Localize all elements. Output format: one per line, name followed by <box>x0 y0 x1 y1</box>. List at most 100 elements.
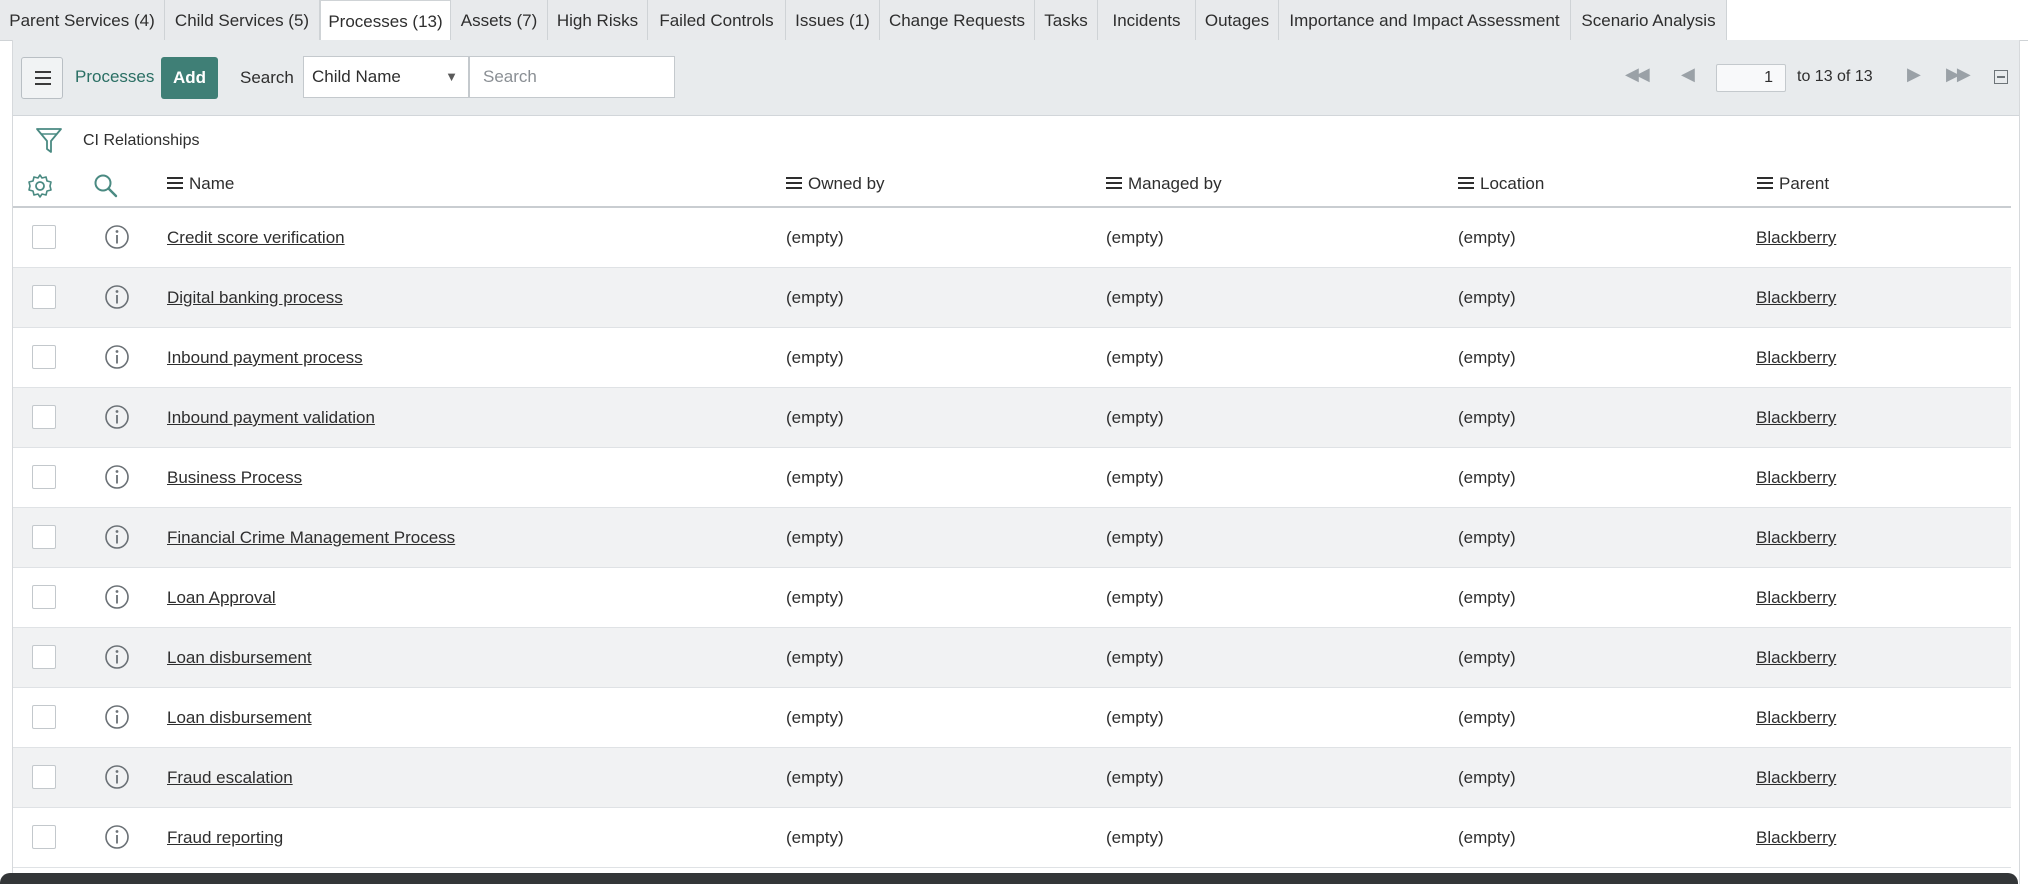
info-icon[interactable] <box>104 704 130 735</box>
column-menu-icon[interactable] <box>167 174 183 192</box>
info-icon[interactable] <box>104 584 130 615</box>
list-title[interactable]: Processes <box>75 67 154 87</box>
tab-processes[interactable]: Processes (13) <box>320 0 451 41</box>
row-location: (empty) <box>1458 468 1516 487</box>
row-parent-link[interactable]: Blackberry <box>1756 528 1836 548</box>
row-owned-by: (empty) <box>786 228 844 247</box>
table-row: Fraud escalation (empty) (empty) (empty)… <box>13 748 2011 808</box>
search-field-select[interactable]: Child Name ▼ <box>303 56 469 98</box>
row-name-link[interactable]: Business Process <box>167 468 302 488</box>
tab-high-risks[interactable]: High Risks <box>548 0 648 40</box>
column-menu-icon[interactable] <box>1458 174 1474 192</box>
info-icon[interactable] <box>104 524 130 555</box>
row-name-link[interactable]: Inbound payment process <box>167 348 363 368</box>
breadcrumb[interactable]: CI Relationships <box>83 132 200 150</box>
column-menu-icon[interactable] <box>1106 174 1122 192</box>
search-input[interactable]: Search <box>469 56 675 98</box>
tab-incidents[interactable]: Incidents <box>1098 0 1196 40</box>
related-list-tabs: Parent Services (4) Child Services (5) P… <box>0 0 2028 41</box>
info-icon[interactable] <box>104 764 130 795</box>
table-row: Inbound payment validation (empty) (empt… <box>13 388 2011 448</box>
row-location: (empty) <box>1458 828 1516 847</box>
info-icon[interactable] <box>104 224 130 255</box>
search-label: Search <box>240 68 294 87</box>
search-icon[interactable] <box>93 173 119 204</box>
row-checkbox[interactable] <box>32 825 56 849</box>
row-name-link[interactable]: Fraud escalation <box>167 768 293 788</box>
row-managed-by: (empty) <box>1106 348 1164 367</box>
row-owned-by: (empty) <box>786 408 844 427</box>
row-name-link[interactable]: Loan Approval <box>167 588 276 608</box>
tab-outages[interactable]: Outages <box>1196 0 1279 40</box>
tab-failed-controls[interactable]: Failed Controls <box>648 0 786 40</box>
row-checkbox[interactable] <box>32 285 56 309</box>
row-parent-link[interactable]: Blackberry <box>1756 648 1836 668</box>
row-checkbox[interactable] <box>32 465 56 489</box>
row-name-link[interactable]: Financial Crime Management Process <box>167 528 455 548</box>
row-name-link[interactable]: Credit score verification <box>167 228 345 248</box>
tab-scenario-analysis[interactable]: Scenario Analysis <box>1571 0 1727 40</box>
tab-issues[interactable]: Issues (1) <box>786 0 880 40</box>
row-name-link[interactable]: Digital banking process <box>167 288 343 308</box>
page-number-input[interactable]: 1 <box>1716 64 1786 92</box>
tab-assets[interactable]: Assets (7) <box>451 0 548 40</box>
tab-importance-impact-assessment[interactable]: Importance and Impact Assessment <box>1279 0 1571 40</box>
row-name-link[interactable]: Inbound payment validation <box>167 408 375 428</box>
column-menu-icon[interactable] <box>1757 174 1773 192</box>
tab-change-requests[interactable]: Change Requests <box>880 0 1035 40</box>
row-location: (empty) <box>1458 408 1516 427</box>
row-checkbox[interactable] <box>32 585 56 609</box>
column-header-name[interactable]: Name <box>167 174 234 194</box>
search-field-value: Child Name <box>312 67 401 86</box>
info-icon[interactable] <box>104 644 130 675</box>
row-parent-link[interactable]: Blackberry <box>1756 348 1836 368</box>
column-header-location[interactable]: Location <box>1458 174 1544 194</box>
table-row: Inbound payment process (empty) (empty) … <box>13 328 2011 388</box>
row-parent-link[interactable]: Blackberry <box>1756 588 1836 608</box>
hamburger-icon[interactable] <box>21 57 63 99</box>
row-checkbox[interactable] <box>32 705 56 729</box>
chevron-down-icon: ▼ <box>445 69 458 84</box>
column-header-managed-by[interactable]: Managed by <box>1106 174 1222 194</box>
row-checkbox[interactable] <box>32 345 56 369</box>
row-checkbox[interactable] <box>32 525 56 549</box>
right-icon[interactable]: ▶ <box>1907 64 1921 85</box>
collapse-icon[interactable] <box>1994 70 2008 84</box>
row-checkbox[interactable] <box>32 645 56 669</box>
double-right-icon[interactable]: ▶▶ <box>1946 64 1971 85</box>
column-header-parent[interactable]: Parent <box>1757 174 1829 194</box>
info-icon[interactable] <box>104 284 130 315</box>
row-name-link[interactable]: Fraud reporting <box>167 828 283 848</box>
column-menu-icon[interactable] <box>786 174 802 192</box>
info-icon[interactable] <box>104 344 130 375</box>
left-icon[interactable]: ◀ <box>1681 64 1695 85</box>
row-parent-link[interactable]: Blackberry <box>1756 768 1836 788</box>
gear-icon[interactable] <box>27 173 53 204</box>
row-parent-link[interactable]: Blackberry <box>1756 288 1836 308</box>
tab-tasks[interactable]: Tasks <box>1035 0 1098 40</box>
info-icon[interactable] <box>104 404 130 435</box>
row-owned-by: (empty) <box>786 468 844 487</box>
info-icon[interactable] <box>104 824 130 855</box>
row-parent-link[interactable]: Blackberry <box>1756 708 1836 728</box>
row-checkbox[interactable] <box>32 225 56 249</box>
table-row: Financial Crime Management Process (empt… <box>13 508 2011 568</box>
row-name-link[interactable]: Loan disbursement <box>167 648 312 668</box>
tab-parent-services[interactable]: Parent Services (4) <box>0 0 165 40</box>
row-parent-link[interactable]: Blackberry <box>1756 828 1836 848</box>
row-name-link[interactable]: Loan disbursement <box>167 708 312 728</box>
row-managed-by: (empty) <box>1106 468 1164 487</box>
row-owned-by: (empty) <box>786 648 844 667</box>
funnel-icon[interactable] <box>35 126 63 161</box>
column-header-owned-by[interactable]: Owned by <box>786 174 885 194</box>
row-parent-link[interactable]: Blackberry <box>1756 408 1836 428</box>
row-checkbox[interactable] <box>32 405 56 429</box>
info-icon[interactable] <box>104 464 130 495</box>
tab-child-services[interactable]: Child Services (5) <box>165 0 320 40</box>
row-checkbox[interactable] <box>32 765 56 789</box>
row-parent-link[interactable]: Blackberry <box>1756 228 1836 248</box>
add-button[interactable]: Add <box>161 57 218 99</box>
table-row: Loan Approval (empty) (empty) (empty) Bl… <box>13 568 2011 628</box>
double-left-icon[interactable]: ◀◀ <box>1625 64 1650 85</box>
row-parent-link[interactable]: Blackberry <box>1756 468 1836 488</box>
